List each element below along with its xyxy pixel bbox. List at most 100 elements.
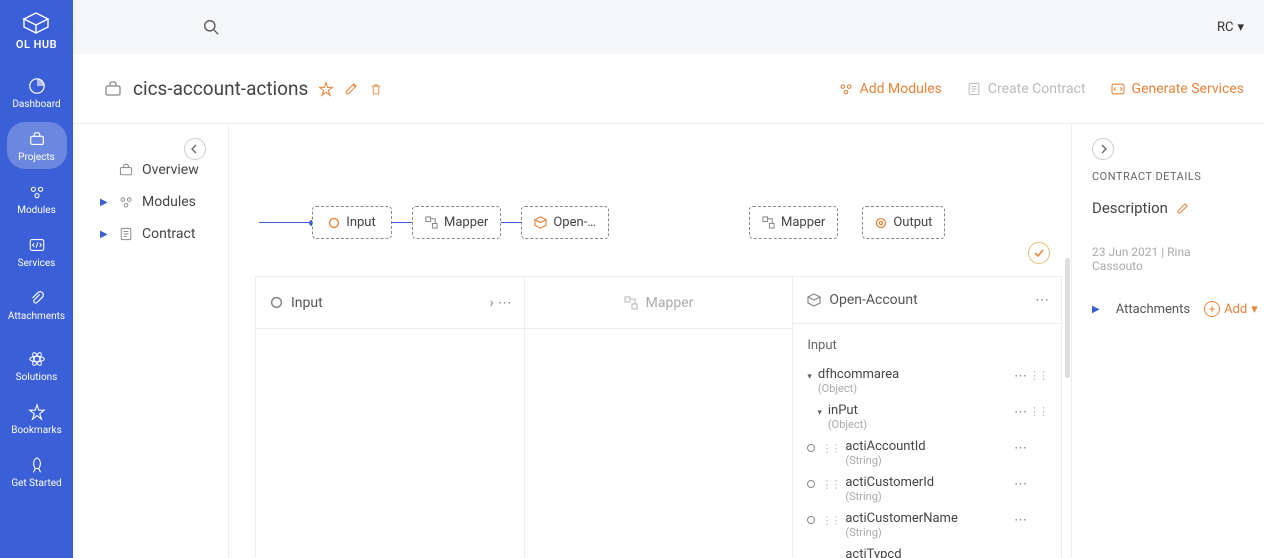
drag-handle-icon[interactable]: ⋮⋮: [1029, 405, 1047, 418]
panel-mapper: Mapper: [525, 277, 794, 558]
panel-header-mapper: Mapper: [525, 277, 793, 329]
panel-header-openaccount: Open-Account ⋯: [793, 277, 1061, 324]
flow-node-label: Output: [893, 215, 932, 230]
trash-icon: [369, 82, 383, 96]
panel-title: Input: [291, 295, 323, 311]
panel-input: Input › ⋯: [256, 277, 525, 558]
flow-node-label: Mapper: [444, 215, 488, 230]
meta-text: 23 Jun 2021 | Rina Cassouto: [1092, 245, 1244, 273]
search-button[interactable]: [203, 19, 220, 36]
project-nav: Overview ▶ Modules ▶ Contract: [90, 124, 228, 250]
star-icon: [318, 81, 334, 97]
edit-description-button[interactable]: [1176, 201, 1190, 215]
nav-contract[interactable]: ▶ Contract: [90, 218, 228, 250]
favorite-button[interactable]: [318, 81, 334, 97]
user-initials: RC: [1217, 20, 1233, 35]
sidebar-item-solutions[interactable]: Solutions: [7, 342, 67, 389]
contract-details: CONTRACT DETAILS Description 23 Jun 2021…: [1072, 124, 1264, 317]
tree-row[interactable]: ⋮⋮ actiTypcd: [793, 543, 1047, 558]
check-icon: [1033, 247, 1045, 259]
more-icon[interactable]: ⋯: [1014, 369, 1027, 384]
tree-row[interactable]: ⋮⋮ actiCustomerName (String) ⋯: [793, 507, 1047, 543]
add-attachment-button[interactable]: + Add ▾: [1204, 301, 1258, 317]
user-menu[interactable]: RC ▾: [1217, 20, 1244, 35]
module-icon: [807, 293, 821, 307]
field-type: (String): [845, 526, 958, 539]
more-icon[interactable]: ⋯: [1014, 405, 1027, 420]
flow-node-input[interactable]: Input: [312, 206, 392, 239]
caret-down-icon: ▾: [807, 372, 812, 382]
tree-row[interactable]: ⋮⋮ actiAccountId (String) ⋯: [793, 435, 1047, 471]
description-row: Description: [1092, 199, 1244, 217]
port-icon[interactable]: [807, 516, 815, 524]
field-type: (Object): [818, 382, 899, 395]
action-label: Add Modules: [860, 81, 942, 97]
sidebar-item-projects[interactable]: Projects: [7, 122, 67, 169]
cube-logo-icon: [22, 12, 50, 34]
port-icon[interactable]: [807, 444, 815, 452]
brand-logo: OL HUB: [16, 12, 57, 51]
drag-handle-icon[interactable]: ⋮⋮: [821, 514, 839, 527]
flow-node-openaccount[interactable]: Open-…: [521, 206, 609, 239]
more-icon[interactable]: ⋯: [1035, 292, 1049, 308]
more-icon[interactable]: ⋯: [1014, 441, 1027, 456]
header-actions: Add Modules Create Contract Generate Ser…: [838, 81, 1244, 97]
mapper-icon: [425, 216, 438, 229]
circle-icon: [328, 217, 340, 229]
nav-label: Contract: [142, 226, 195, 242]
add-modules-button[interactable]: Add Modules: [838, 81, 942, 97]
sidebar-item-services[interactable]: Services: [7, 228, 67, 275]
drag-handle-icon[interactable]: ⋮⋮: [821, 478, 839, 491]
atom-icon: [28, 350, 46, 368]
drag-handle-icon[interactable]: ⋮⋮: [821, 442, 839, 455]
delete-button[interactable]: [369, 82, 383, 96]
nav-overview[interactable]: Overview: [90, 154, 228, 186]
edit-button[interactable]: [344, 81, 359, 96]
contract-canvas: Input Mapper Open-… Mapper Output I: [228, 124, 1072, 558]
tree-row[interactable]: ▾ dfhcommarea (Object) ⋯ ⋮⋮: [807, 363, 1047, 399]
tree-row[interactable]: ⋮⋮ actiCustomerId (String) ⋯: [793, 471, 1047, 507]
brand-text: OL HUB: [16, 38, 57, 51]
sidebar-item-modules[interactable]: Modules: [7, 175, 67, 222]
nav-modules[interactable]: ▶ Modules: [90, 186, 228, 218]
flow-node-mapper[interactable]: Mapper: [412, 206, 501, 239]
approve-button[interactable]: [1028, 242, 1050, 264]
scrollbar[interactable]: [1065, 258, 1070, 378]
circle-icon: [270, 296, 283, 309]
sidebar-item-label: Get Started: [11, 478, 61, 489]
mapper-panels: Input › ⋯ Mapper Open-Account ⋯ Input: [255, 276, 1062, 558]
generate-services-button[interactable]: Generate Services: [1110, 81, 1244, 97]
port-icon[interactable]: [807, 480, 815, 488]
caret-right-icon: ▶: [100, 197, 110, 208]
document-icon: [966, 81, 982, 97]
sidebar-item-label: Attachments: [8, 311, 65, 322]
pencil-icon: [344, 81, 359, 96]
expand-right-button[interactable]: [1092, 138, 1114, 160]
target-icon: [875, 217, 887, 229]
field-type: (String): [845, 490, 934, 503]
flow-row-left: Input Mapper Open-…: [259, 206, 609, 239]
sidebar-item-getstarted[interactable]: Get Started: [7, 448, 67, 495]
flow-node-mapper2[interactable]: Mapper: [749, 206, 838, 239]
nav-label: Modules: [142, 194, 196, 210]
tree-row[interactable]: ▾ inPut (Object) ⋯ ⋮⋮: [807, 399, 1047, 435]
briefcase-icon: [28, 130, 46, 148]
chevron-right-icon[interactable]: ›: [489, 295, 493, 311]
briefcase-icon: [118, 162, 134, 178]
add-label: Add: [1224, 302, 1247, 317]
sidebar-item-bookmarks[interactable]: Bookmarks: [7, 395, 67, 442]
more-icon[interactable]: ⋯: [1014, 513, 1027, 528]
pencil-icon: [1176, 201, 1190, 215]
description-label: Description: [1092, 199, 1168, 217]
paperclip-icon: [28, 289, 46, 307]
sidebar-item-attachments[interactable]: Attachments: [7, 281, 67, 328]
more-icon[interactable]: ⋯: [498, 295, 512, 311]
flow-node-output[interactable]: Output: [862, 206, 945, 239]
drag-handle-icon[interactable]: ⋮⋮: [1029, 369, 1047, 382]
field-name: actiCustomerId: [845, 475, 934, 490]
more-icon[interactable]: ⋯: [1014, 477, 1027, 492]
caret-right-icon[interactable]: ▶: [1092, 304, 1100, 315]
sidebar-item-dashboard[interactable]: Dashboard: [7, 69, 67, 116]
create-contract-button: Create Contract: [966, 81, 1086, 97]
field-type: (String): [845, 454, 925, 467]
